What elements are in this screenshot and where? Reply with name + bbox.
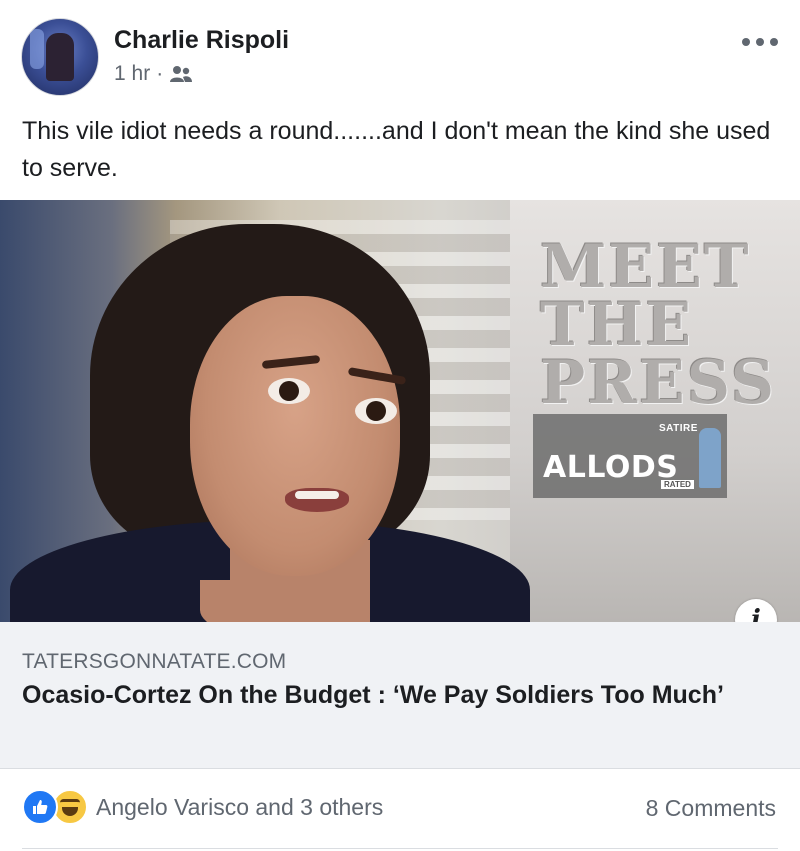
avatar-highlight	[30, 29, 44, 69]
more-options-icon[interactable]	[742, 34, 778, 50]
watermark-rated: RATED	[661, 480, 694, 489]
person-neckline	[200, 580, 370, 622]
post-text: This vile idiot needs a round.......and …	[22, 117, 771, 182]
post-meta: 1 hr ·	[114, 62, 193, 86]
dot	[742, 38, 750, 46]
post-header: Charlie Rispoli 1 hr ·	[0, 0, 800, 110]
author-name[interactable]: Charlie Rispoli	[114, 26, 289, 55]
link-preview-image[interactable]: MEET THE PRESS SATIRE ALLODS RATED	[0, 200, 800, 622]
watermark-satire: SATIRE	[659, 423, 698, 434]
dot	[770, 38, 778, 46]
reactions-summary[interactable]: Angelo Varisco and 3 others	[22, 789, 383, 825]
link-title[interactable]: Ocasio-Cortez On the Budget : ‘We Pay So…	[22, 679, 762, 711]
dot	[756, 38, 764, 46]
link-domain: TATERSGONNATATE.COM	[22, 650, 287, 673]
author-avatar[interactable]	[21, 18, 99, 96]
person-face	[190, 296, 400, 576]
watermark-mascot-icon	[699, 428, 721, 488]
post-timestamp[interactable]: 1 hr	[114, 62, 150, 86]
allods-watermark: SATIRE ALLODS RATED	[533, 414, 727, 498]
watermark-brand: ALLODS	[543, 450, 679, 485]
like-icon	[22, 789, 58, 825]
avatar-figure	[46, 33, 74, 81]
person-mouth	[285, 488, 349, 512]
comments-count[interactable]: 8 Comments	[646, 795, 776, 822]
meet-the-press-sign: MEET THE PRESS	[540, 232, 777, 418]
thumbs-up-icon	[33, 800, 48, 814]
left-eye	[268, 378, 310, 404]
right-eye	[355, 398, 397, 424]
meta-separator: ·	[156, 62, 164, 85]
friends-icon[interactable]	[169, 65, 193, 83]
reactors-text[interactable]: Angelo Varisco and 3 others	[96, 794, 383, 821]
divider	[22, 848, 778, 849]
